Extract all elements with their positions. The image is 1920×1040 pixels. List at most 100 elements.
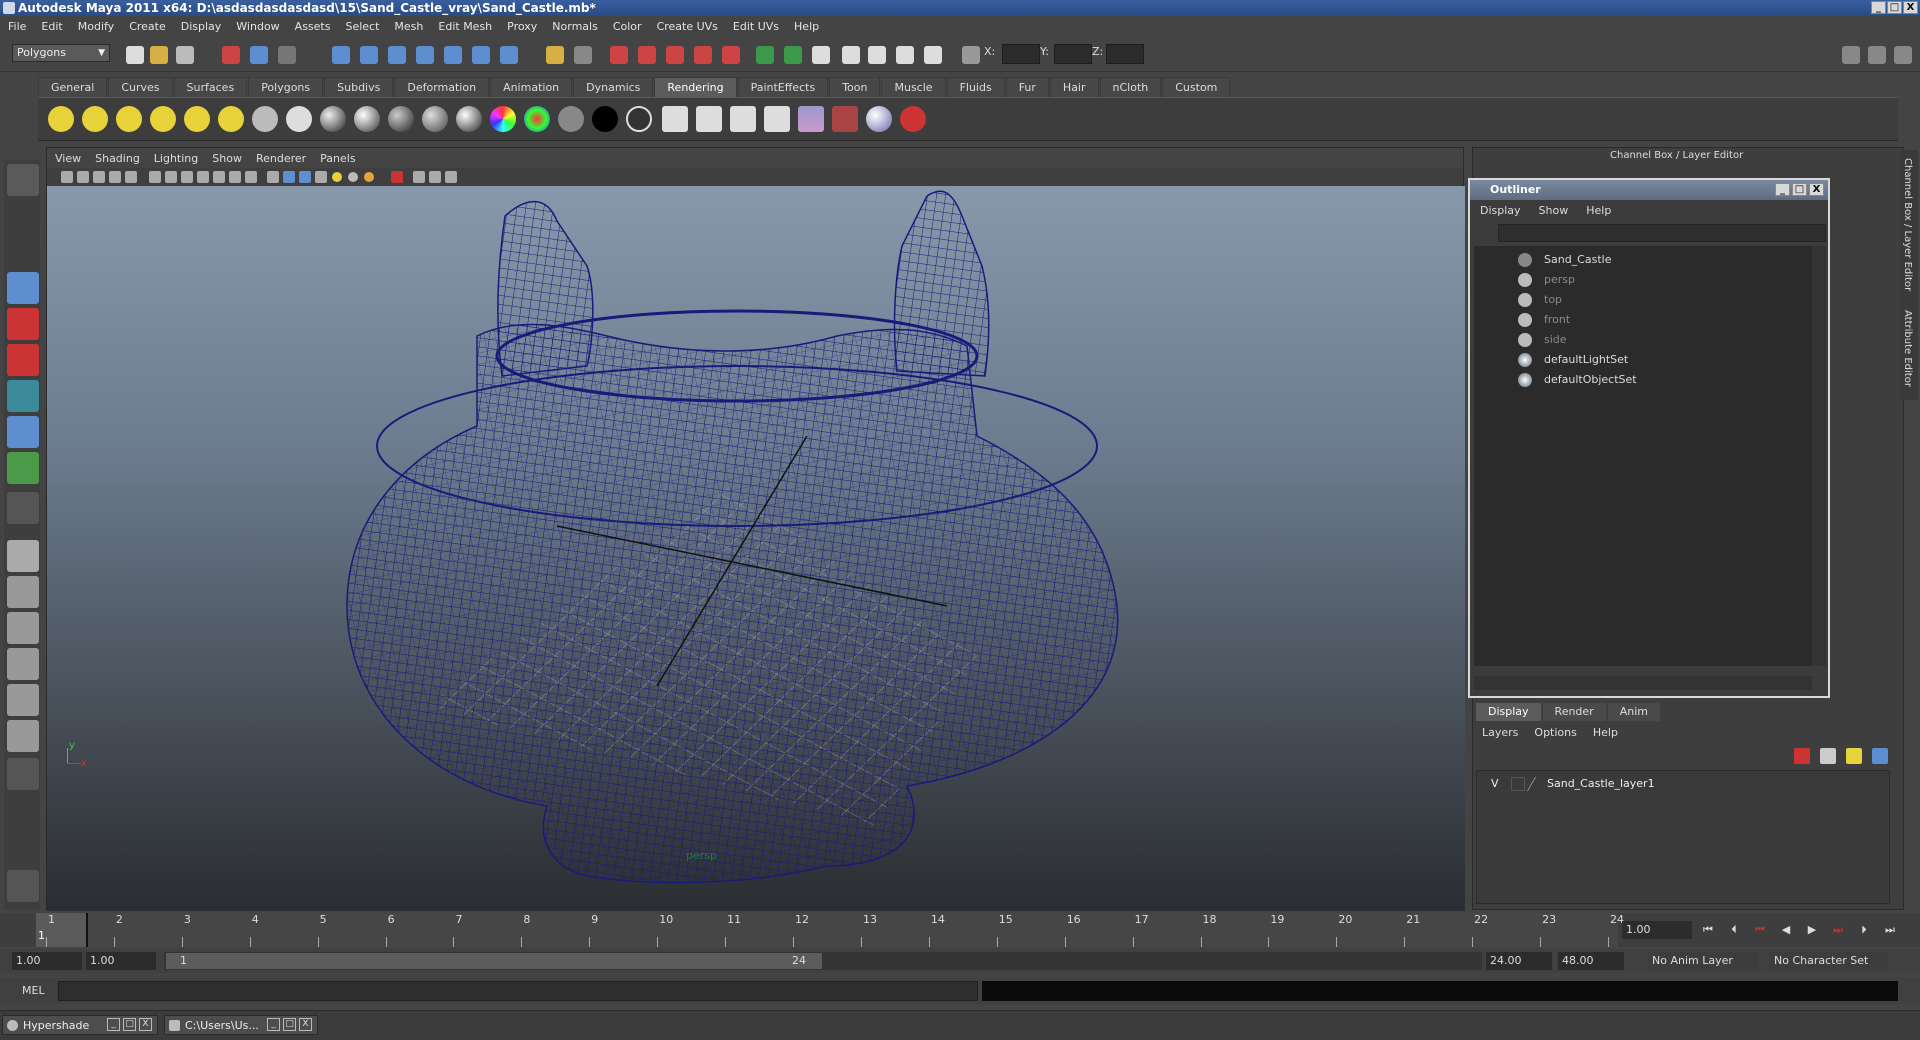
outliner-item-default-object-set[interactable]: defaultObjectSet [1474, 370, 1812, 390]
command-input[interactable] [58, 981, 978, 1001]
step-back-frame-icon[interactable]: ⏴ [1726, 923, 1742, 937]
outliner-filter-input[interactable] [1498, 224, 1826, 242]
outliner-item-side[interactable]: side [1474, 330, 1812, 350]
range-slider-handle[interactable]: 1 24 [166, 953, 822, 969]
menu-proxy[interactable]: Proxy [507, 20, 537, 33]
minimize-button[interactable]: _ [1871, 1, 1886, 14]
input-line-icon[interactable] [756, 46, 774, 64]
camera-icon[interactable] [252, 106, 278, 132]
selection-lock-icon[interactable] [574, 46, 592, 64]
viewport-toolbar-icons[interactable] [47, 168, 567, 186]
menu-edit[interactable]: Edit [41, 20, 62, 33]
snap-point-icon[interactable] [388, 46, 406, 64]
snap-curve-icon[interactable] [360, 46, 378, 64]
hypershade-icon[interactable] [694, 46, 712, 64]
outliner-close-button[interactable]: X [1809, 183, 1824, 196]
time-slider-playhead[interactable]: 1 [36, 913, 88, 947]
layer-menu-options[interactable]: Options [1534, 726, 1576, 739]
outliner-menu-display[interactable]: Display [1480, 204, 1521, 217]
step-forward-key-icon[interactable]: ⏭ [1830, 923, 1846, 937]
outliner-minimize-button[interactable]: _ [1775, 183, 1790, 196]
rotate-tool-icon[interactable] [7, 308, 39, 340]
graph-editor-icon[interactable] [896, 46, 914, 64]
shelf-tab-rendering[interactable]: Rendering [654, 77, 737, 97]
outliner-item-sand-castle[interactable]: Sand_Castle [1474, 250, 1812, 270]
hypershade-layout-icon[interactable] [7, 684, 39, 716]
menu-create[interactable]: Create [129, 20, 166, 33]
outliner-menu-show[interactable]: Show [1539, 204, 1569, 217]
persp-graph-layout-icon[interactable] [7, 648, 39, 680]
current-frame-field[interactable]: 1.00 [1622, 921, 1692, 939]
shelf-tab-fur[interactable]: Fur [1005, 77, 1049, 97]
task-close-button[interactable]: X [299, 1018, 312, 1031]
layer-menu-help[interactable]: Help [1593, 726, 1618, 739]
go-to-end-icon[interactable]: ⏭ [1882, 923, 1898, 937]
outliner-vertical-scrollbar[interactable] [1812, 246, 1826, 666]
volume-light-icon[interactable] [218, 106, 244, 132]
ramp-shader-icon[interactable] [490, 106, 516, 132]
menu-create-uvs[interactable]: Create UVs [657, 20, 718, 33]
time-slider[interactable]: 1 1 2 3 4 5 6 7 8 9 10 11 12 13 14 15 16 17 18 19 20 21 22 23 2… [0, 913, 1920, 947]
shelf-tab-subdivs[interactable]: Subdivs [324, 77, 394, 97]
four-view-layout-icon[interactable] [7, 576, 39, 608]
shelf-tab-painteffects[interactable]: PaintEffects [737, 77, 829, 97]
shelf-tab-surfaces[interactable]: Surfaces [173, 77, 248, 97]
side-tab-attribute-editor[interactable]: Attribute Editor [1902, 310, 1913, 387]
playback-end-field[interactable]: 24.00 [1486, 952, 1552, 970]
phong-icon[interactable] [388, 106, 414, 132]
surface-shader-icon[interactable] [558, 106, 584, 132]
point-light-icon[interactable] [116, 106, 142, 132]
hypershade-shelf-icon[interactable] [286, 106, 312, 132]
render-view-icon[interactable] [722, 46, 740, 64]
transform-absolute-icon[interactable] [962, 46, 980, 64]
menu-select[interactable]: Select [345, 20, 379, 33]
layered-shader-icon[interactable] [626, 106, 652, 132]
ambient-light-icon[interactable] [48, 106, 74, 132]
character-set-dropdown[interactable]: No Character Set [1770, 952, 1888, 970]
viewport-menu-show[interactable]: Show [212, 152, 242, 165]
select-component-icon[interactable] [278, 46, 296, 64]
layer-tab-anim[interactable]: Anim [1607, 703, 1660, 721]
snap-plane-icon[interactable] [416, 46, 434, 64]
go-to-start-icon[interactable]: ⏮ [1700, 923, 1716, 937]
menu-edit-mesh[interactable]: Edit Mesh [438, 20, 492, 33]
shelf-tab-custom[interactable]: Custom [1162, 77, 1231, 97]
hypergraph-icon[interactable] [868, 46, 886, 64]
layer-color-swatch[interactable] [1526, 777, 1548, 791]
layer-visibility-toggle[interactable]: V [1491, 775, 1499, 793]
color-shader-icon[interactable] [524, 106, 550, 132]
persp-outliner-layout-icon[interactable] [7, 612, 39, 644]
layout-icon[interactable] [812, 46, 830, 64]
close-button[interactable]: X [1903, 1, 1918, 14]
z-field[interactable] [1106, 44, 1144, 64]
save-scene-icon[interactable] [176, 46, 194, 64]
shelf-tab-deformation[interactable]: Deformation [394, 77, 490, 97]
perspective-viewport[interactable]: View Shading Lighting Show Renderer Pane… [46, 147, 1465, 911]
playback-start-field[interactable]: 1.00 [86, 952, 156, 970]
menu-modify[interactable]: Modify [78, 20, 114, 33]
anisotropic-icon[interactable] [456, 106, 482, 132]
layer-display-type-toggle[interactable] [1511, 777, 1525, 791]
input-mode-icon[interactable] [784, 46, 802, 64]
move-tool-icon[interactable] [7, 272, 39, 304]
shelf-tab-fluids[interactable]: Fluids [946, 77, 1005, 97]
shelf-tab-muscle[interactable]: Muscle [881, 77, 946, 97]
render-globals-icon[interactable] [798, 106, 824, 132]
step-back-key-icon[interactable]: ⏮ [1752, 923, 1768, 937]
maximize-button[interactable]: □ [1887, 1, 1902, 14]
task-maximize-button[interactable]: □ [283, 1018, 296, 1031]
shelf-tab-hair[interactable]: Hair [1049, 77, 1099, 97]
viewport-menu-shading[interactable]: Shading [95, 152, 140, 165]
shelf-tab-ncloth[interactable]: nCloth [1099, 77, 1162, 97]
shelf-tab-toon[interactable]: Toon [829, 77, 881, 97]
phong-e-icon[interactable] [422, 106, 448, 132]
menu-color[interactable]: Color [613, 20, 642, 33]
layer-menu-layers[interactable]: Layers [1482, 726, 1518, 739]
anim-layer-dropdown[interactable]: No Anim Layer [1648, 952, 1758, 970]
menu-edit-uvs[interactable]: Edit UVs [733, 20, 779, 33]
ipr-icon[interactable] [696, 106, 722, 132]
batch-render-icon[interactable] [730, 106, 756, 132]
play-forwards-icon[interactable]: ▶ [1804, 923, 1820, 937]
dope-sheet-icon[interactable] [924, 46, 942, 64]
lambert-icon[interactable] [320, 106, 346, 132]
